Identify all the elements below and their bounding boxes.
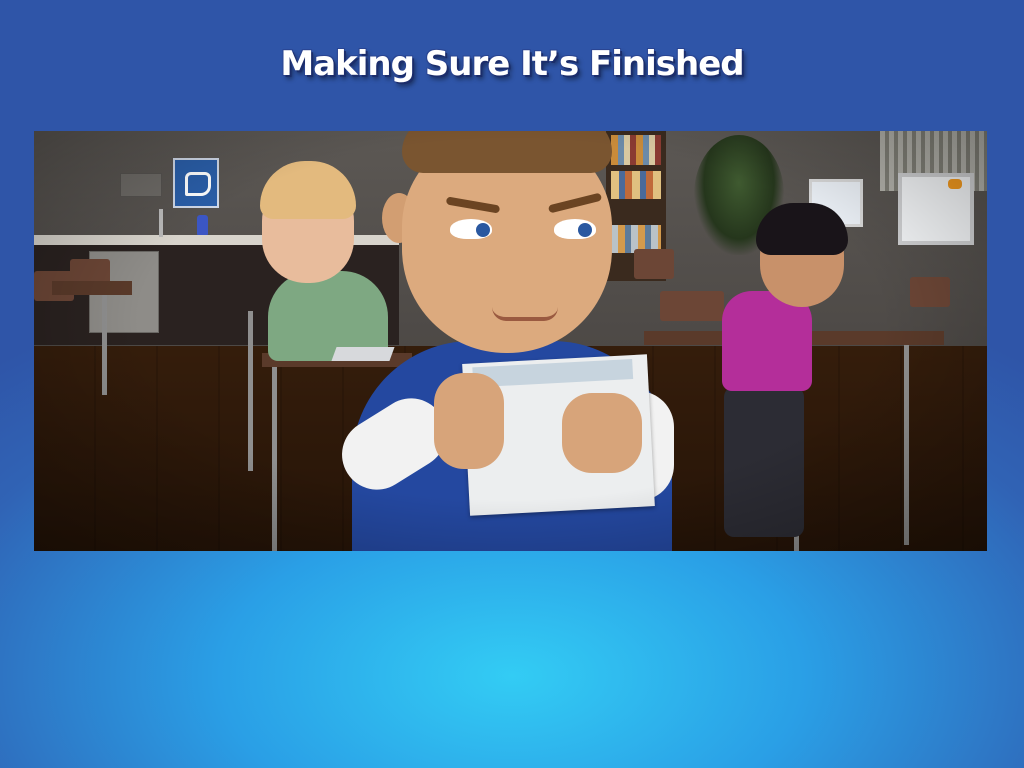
classroom-scene-image: [34, 131, 987, 551]
image-vignette: [34, 131, 987, 551]
slide-title: Making Sure It’s Finished: [280, 44, 744, 84]
